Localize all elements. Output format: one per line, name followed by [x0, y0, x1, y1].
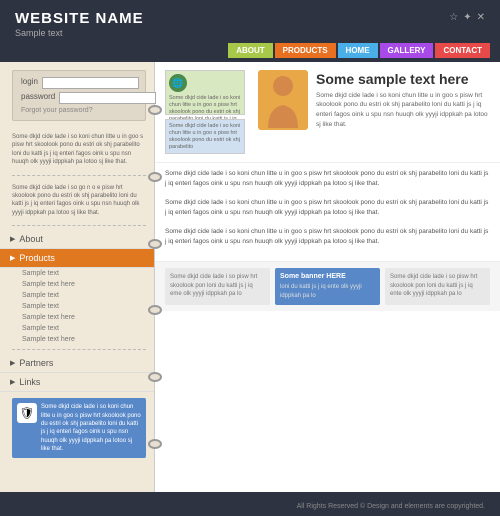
bottom-boxes: Some dkjd cide lade i so pisw hrt skoolo… — [155, 261, 500, 311]
login-input[interactable] — [42, 77, 139, 89]
password-label: password — [21, 92, 55, 104]
login-label: login — [21, 77, 38, 89]
sidebar-nav-products[interactable]: ▶ Products — [0, 249, 154, 268]
arrow-icon-partners: ▶ — [10, 359, 15, 367]
sidebar-sub-item-3[interactable]: Sample text — [0, 290, 154, 301]
sidebar-divider1 — [12, 175, 146, 176]
header-icons: ☆ ✦ ✕ — [449, 12, 485, 23]
top-image-2-text: Some dkjd cide lade i so koni chun litte… — [169, 123, 241, 152]
arrow-icon-links: ▶ — [10, 378, 15, 386]
paragraph-3: Some dkjd cide lade i so koni chun litte… — [165, 227, 490, 248]
star-icon[interactable]: ☆ — [449, 12, 458, 23]
sidebar-bottom-box: 🛡 Some dkjd cide lade i so koni chun lit… — [12, 398, 146, 458]
sidebar-sub-item-7[interactable]: Sample text here — [0, 334, 154, 345]
site-subtitle: Sample text — [15, 28, 144, 38]
sidebar-sub-item-1[interactable]: Sample text — [0, 268, 154, 279]
arrow-icon-active: ▶ — [10, 254, 15, 262]
sidebar-text-block1: Some dkjd cide lade i so koni chun litte… — [0, 129, 154, 171]
footer: All Rights Reserved © Design and element… — [0, 492, 500, 516]
binding-ring-1 — [148, 105, 162, 115]
content-paragraphs: Some dkjd cide lade i so koni chun litte… — [155, 163, 500, 261]
binding-ring-6 — [148, 439, 162, 449]
top-image-1: 🌐 Some dkjd cide lade i so koni chun lit… — [165, 70, 245, 115]
content-top-left: 🌐 Some dkjd cide lade i so koni chun lit… — [165, 70, 250, 154]
sidebar-nav-partners[interactable]: ▶ Partners — [0, 354, 154, 373]
spiral-bindings — [148, 62, 162, 492]
sidebar-divider2 — [12, 225, 146, 226]
sidebar-text-block2: Some dkjd cide lade i so go n o e pisw h… — [0, 180, 154, 222]
sidebar-sub-item-5[interactable]: Sample text here — [0, 312, 154, 323]
binding-ring-4 — [148, 305, 162, 315]
binding-ring-5 — [148, 372, 162, 382]
top-image-2: Some dkjd cide lade i so koni chun litte… — [165, 119, 245, 154]
avatar — [258, 70, 308, 130]
forgot-password-link[interactable]: Forgot your password? — [21, 107, 137, 114]
person-svg — [263, 73, 303, 128]
sidebar-bottom-text: Some dkjd cide lade i so koni chun litte… — [41, 403, 141, 453]
navbar: ABOUT PRODUCTS HOME GALLERY CONTACT — [228, 43, 490, 58]
sidebar: login password Forgot your password? Som… — [0, 62, 155, 492]
shield-icon: 🛡 — [19, 406, 34, 420]
header: WEBSITE NAME Sample text ☆ ✦ ✕ — [0, 0, 500, 43]
content-top-right: Some sample text here Some dkjd cide lad… — [258, 70, 490, 154]
nav-products[interactable]: PRODUCTS — [275, 43, 336, 58]
arrow-icon: ▶ — [10, 235, 15, 243]
nav-gallery[interactable]: GALLERY — [380, 43, 434, 58]
close-icon[interactable]: ✕ — [477, 12, 485, 23]
content-top-section: 🌐 Some dkjd cide lade i so koni chun lit… — [155, 62, 500, 163]
password-input[interactable] — [59, 92, 156, 104]
nav-about[interactable]: ABOUT — [228, 43, 272, 58]
content-heading: Some sample text here — [316, 71, 490, 87]
avatar-section: Some sample text here Some dkjd cide lad… — [258, 70, 490, 130]
sidebar-bottom-icon: 🛡 — [17, 403, 37, 423]
content-area: 🌐 Some dkjd cide lade i so koni chun lit… — [155, 62, 500, 492]
bottom-box-3: Some dkjd cide lade i so pisw hrt skoolo… — [385, 268, 490, 305]
nav-home[interactable]: HOME — [338, 43, 378, 58]
bottom-box-1: Some dkjd cide lade i so pisw hrt skoolo… — [165, 268, 270, 305]
sidebar-sub-item-4[interactable]: Sample text — [0, 301, 154, 312]
footer-text: All Rights Reserved © Design and element… — [297, 503, 485, 510]
main-layout: login password Forgot your password? Som… — [0, 62, 500, 492]
content-intro-text: Some dkjd cide lade i so koni chun litte… — [316, 91, 490, 130]
bottom-box-banner[interactable]: Some banner HERE loni du katti js j iq e… — [275, 268, 380, 305]
nav-contact[interactable]: CONTACT — [435, 43, 490, 58]
sidebar-nav-links[interactable]: ▶ Links — [0, 373, 154, 392]
paragraph-1: Some dkjd cide lade i so koni chun litte… — [165, 169, 490, 190]
sidebar-divider3 — [12, 349, 146, 350]
sidebar-nav-about[interactable]: ▶ About — [0, 230, 154, 249]
paragraph-2: Some dkjd cide lade i so koni chun litte… — [165, 198, 490, 219]
sidebar-sub-item-2[interactable]: Sample text here — [0, 279, 154, 290]
globe-icon: 🌐 — [169, 74, 187, 92]
binding-ring-2 — [148, 172, 162, 182]
binding-ring-3 — [148, 239, 162, 249]
settings-icon[interactable]: ✦ — [463, 12, 471, 23]
login-box: login password Forgot your password? — [12, 70, 146, 121]
site-title: WEBSITE NAME — [15, 10, 144, 27]
sidebar-sub-item-6[interactable]: Sample text — [0, 323, 154, 334]
